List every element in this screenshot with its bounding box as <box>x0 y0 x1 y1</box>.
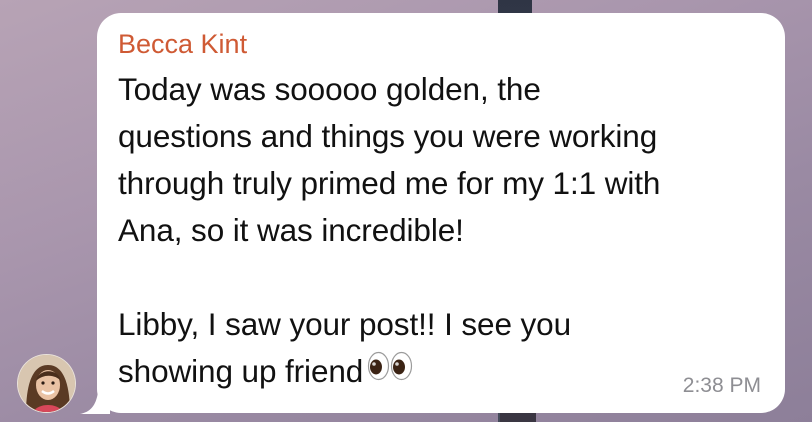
message-text-container: Today was sooooo golden, the questions a… <box>118 66 763 397</box>
avatar-photo <box>18 355 75 412</box>
sender-avatar[interactable] <box>17 354 76 413</box>
sender-name[interactable]: Becca Kint <box>118 27 763 61</box>
message-text: Today was sooooo golden, the questions a… <box>118 71 661 389</box>
eyes-emoji-icon <box>367 347 413 394</box>
message-timestamp: 2:38 PM <box>682 374 761 397</box>
message-bubble[interactable]: Becca Kint Today was sooooo golden, the … <box>97 13 785 413</box>
